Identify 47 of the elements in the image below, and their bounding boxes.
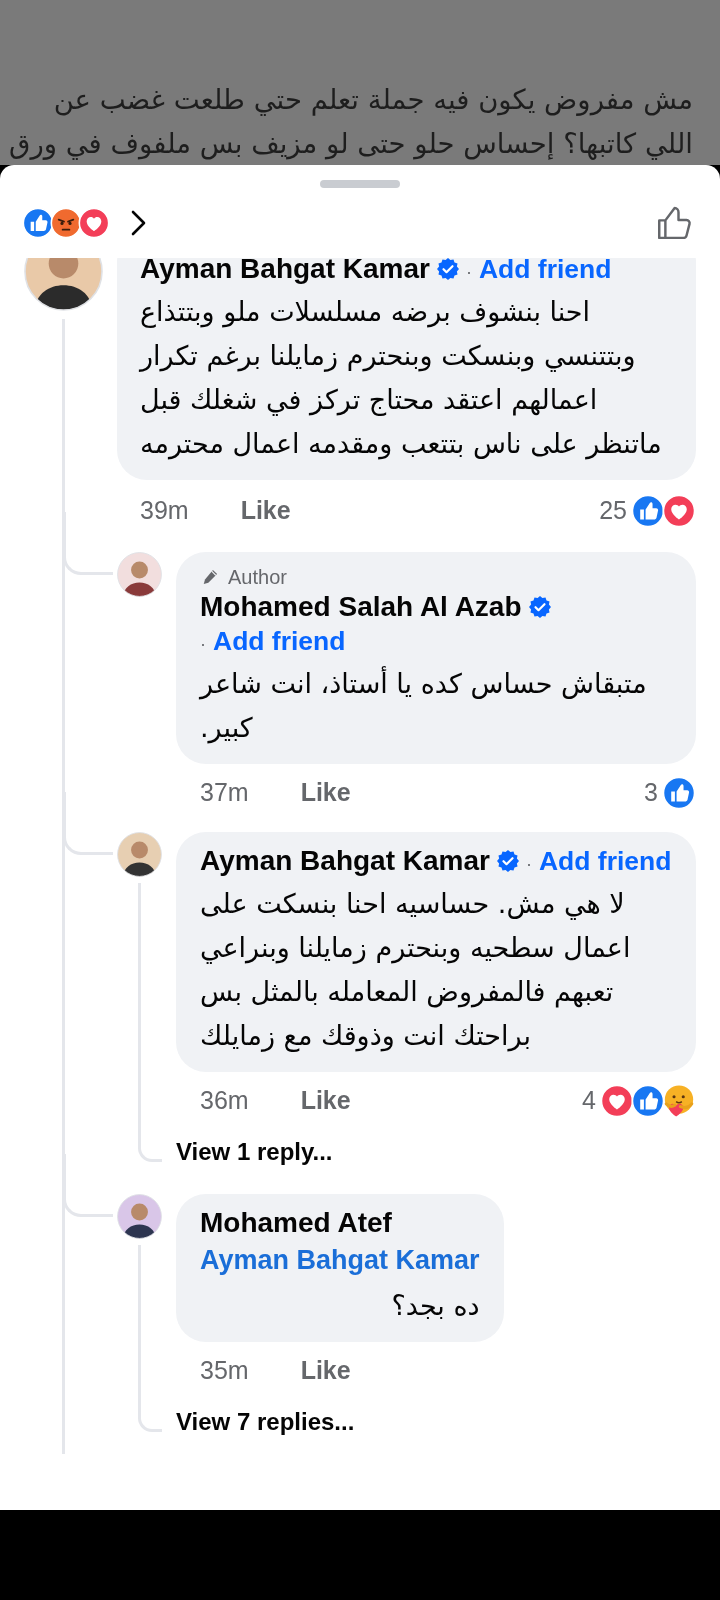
avatar <box>117 552 162 597</box>
add-friend-link[interactable]: Add friend <box>538 846 672 876</box>
like-reaction-icon <box>631 1084 665 1118</box>
separator: · <box>525 854 532 874</box>
view-replies-link[interactable]: View 1 reply... <box>176 1130 333 1174</box>
reaction-count: 25 <box>599 495 627 527</box>
timestamp: 39m <box>140 495 189 527</box>
avatar <box>117 1194 162 1239</box>
heart-reaction-icon <box>78 207 110 239</box>
like-link[interactable]: Like <box>300 1082 351 1120</box>
separator: · <box>465 262 472 282</box>
like-link[interactable]: Like <box>240 492 291 530</box>
separator: · <box>200 634 206 654</box>
drag-handle[interactable] <box>320 180 400 188</box>
like-reaction-icon <box>631 494 665 528</box>
comment-text: ده بجد؟ <box>390 1289 480 1323</box>
avatar <box>117 832 162 877</box>
heart-reaction-icon <box>662 494 696 528</box>
thread-connector <box>63 1154 113 1217</box>
author-name[interactable]: Ayman Bahgat Kamar <box>200 844 490 878</box>
timestamp: 37m <box>200 777 249 809</box>
reaction-count: 4 <box>582 1085 596 1117</box>
comment-text: متبقاش حساس كده يا أستاذ، انت شاعر كبير. <box>200 665 648 746</box>
reaction-count: 3 <box>644 777 658 809</box>
angry-face-icon <box>50 207 82 239</box>
add-friend-link[interactable]: Add friend <box>213 626 346 656</box>
timestamp: 36m <box>200 1085 249 1117</box>
like-link[interactable]: Like <box>300 774 351 812</box>
thread-connector <box>63 792 113 855</box>
timestamp: 35m <box>200 1355 249 1387</box>
like-reaction-icon <box>662 776 696 810</box>
author-name[interactable]: Mohamed Salah Al Azab <box>200 590 522 624</box>
heart-reaction-icon <box>600 1084 634 1118</box>
mention-link[interactable]: Ayman Bahgat Kamar <box>200 1240 480 1280</box>
author-name[interactable]: Mohamed Atef <box>200 1206 392 1240</box>
thread-connector <box>63 512 113 575</box>
author-name[interactable]: Ayman Bahgat Kamar <box>140 258 430 286</box>
add-friend-link[interactable]: Add friend <box>478 258 612 284</box>
post-text-line: اللي كاتبها؟ إحساس حلو حتى لو مزيف بس ملفوف في ورق <box>9 126 693 162</box>
like-reaction-icon <box>22 207 54 239</box>
like-link[interactable]: Like <box>300 1352 351 1390</box>
view-replies-link[interactable]: View 7 replies... <box>176 1400 355 1444</box>
author-label: Author <box>228 565 287 590</box>
post-text-line: مش مفروض يكون فيه جملة تعلم حتي طلعت غضب عن <box>53 82 693 118</box>
comment-text: لا هي مش. حساسيه احنا بنسكت على اعمال سطحيه وبنحترم زمايلنا وبنراعي تعبهم فالمفروض المعامله بالمثل بس براحتك انت وذوقك مع زمايلك <box>200 887 632 1054</box>
hugging-face-icon <box>662 1084 696 1118</box>
comment-text: احنا بنشوف برضه مسلسلات ملو وبتتذاع وبتتنسي وبنسكت وبنحترم زمايلنا برغم تكرار اعمالهم اعتقد محتاج تركز في شغلك قبل ماتنظر على ناس بتتعب ومقدمه اعمال محترمه <box>140 295 663 462</box>
